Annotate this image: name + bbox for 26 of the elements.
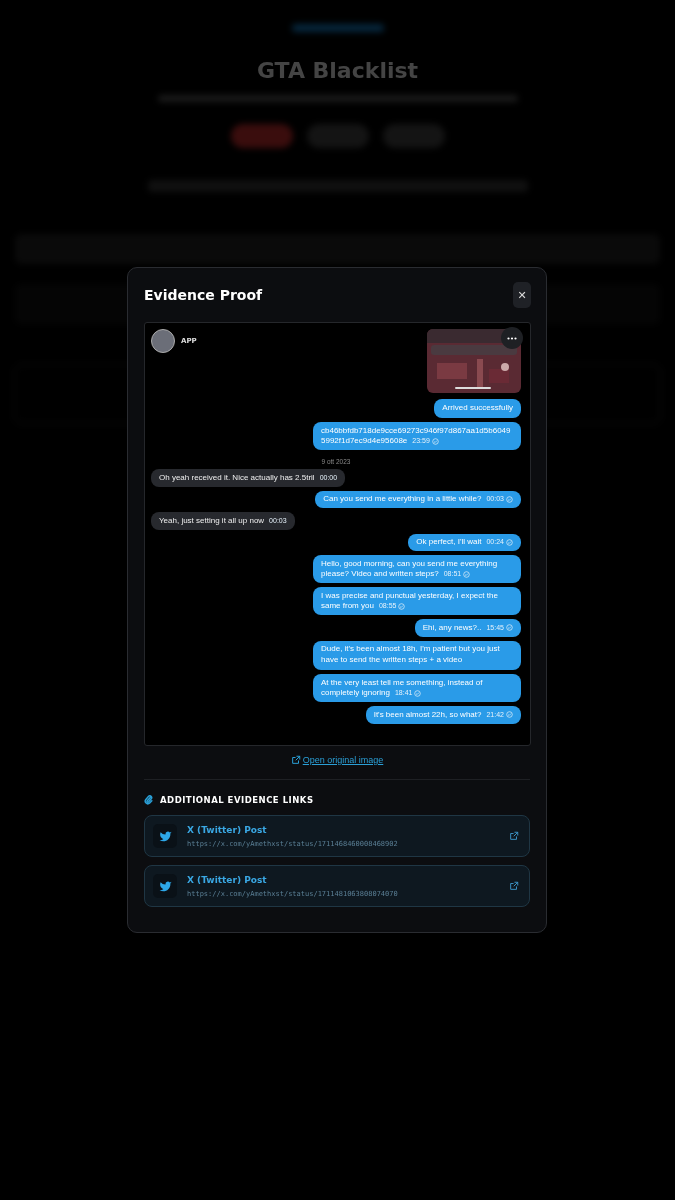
twitter-bird-icon <box>153 824 177 848</box>
read-check-icon <box>398 602 406 610</box>
read-check-icon <box>414 689 422 697</box>
page-title: GTA Blacklist <box>256 58 419 83</box>
link-title: X (Twitter) Post <box>187 824 268 835</box>
read-check-icon <box>506 538 513 546</box>
read-check-icon <box>506 495 513 503</box>
avatar <box>151 329 175 353</box>
message-bubble: Arrived successfully <box>434 399 521 418</box>
open-original-link[interactable]: Open original image <box>290 755 384 765</box>
more-options-button[interactable] <box>501 327 523 349</box>
external-link-icon <box>509 831 519 841</box>
close-button[interactable]: ✕ <box>513 282 531 308</box>
ellipsis-icon <box>507 336 517 340</box>
message-bubble: Dude, it's been almost 18h, I'm patient but you just have to send the written steps + a video <box>313 640 521 670</box>
external-link-icon <box>290 755 301 765</box>
read-check-icon <box>506 624 513 632</box>
section-heading: ADDITIONAL EVIDENCE LINKS <box>160 795 314 805</box>
read-check-icon <box>431 437 439 445</box>
paperclip-icon <box>144 795 153 805</box>
external-link-icon <box>509 881 519 891</box>
read-check-icon <box>506 711 513 719</box>
modal-title: Evidence Proof <box>144 287 263 303</box>
link-title: X (Twitter) Post <box>187 874 268 885</box>
twitter-bird-icon <box>153 874 177 898</box>
read-check-icon <box>463 570 471 578</box>
